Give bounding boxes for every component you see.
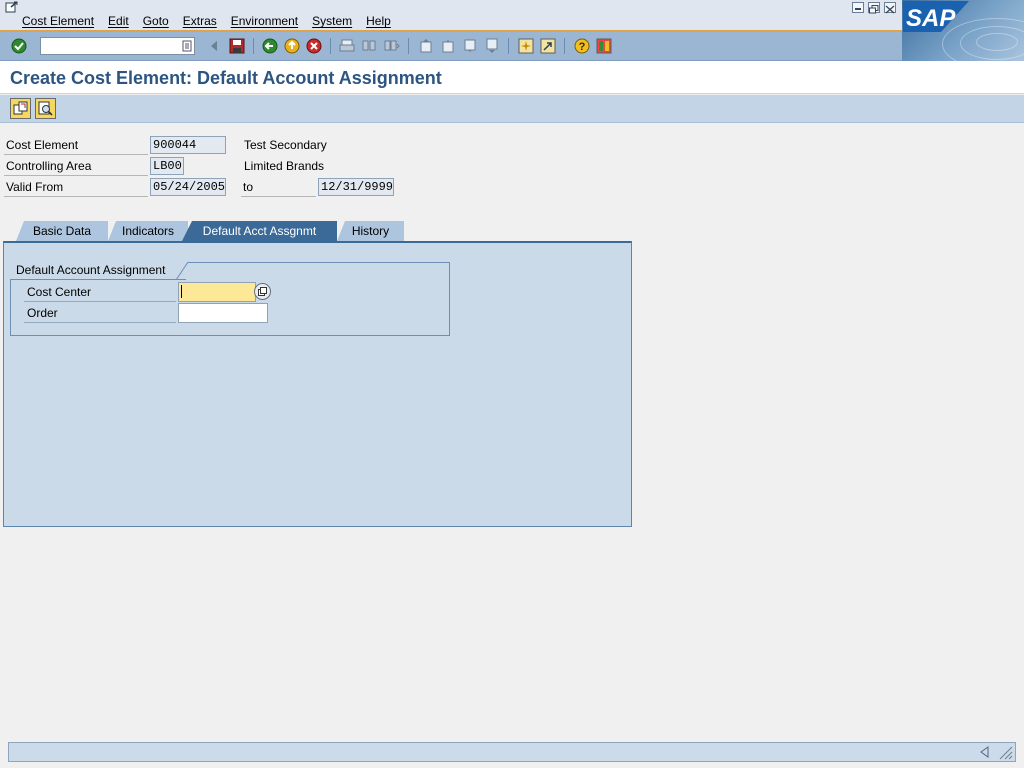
sap-logo-area: SAP bbox=[902, 0, 1024, 61]
menu-goto[interactable]: Goto bbox=[143, 14, 169, 28]
command-dropdown-icon[interactable] bbox=[182, 40, 192, 52]
create-session-icon[interactable] bbox=[518, 38, 534, 54]
svg-text:?: ? bbox=[579, 41, 586, 53]
controlling-area-description: Limited Brands bbox=[244, 159, 325, 173]
menu-help[interactable]: Help bbox=[366, 14, 391, 28]
valid-to-field[interactable]: 12/31/9999 bbox=[318, 178, 394, 196]
command-field[interactable] bbox=[40, 37, 195, 55]
more-details-button[interactable] bbox=[35, 98, 56, 119]
next-page-icon[interactable] bbox=[462, 38, 478, 54]
tab-default-acct-assgnmt[interactable]: Default Acct Assgnmt bbox=[182, 221, 337, 241]
find-icon[interactable] bbox=[361, 38, 377, 54]
valid-from-label: Valid From bbox=[4, 177, 148, 197]
tab-history[interactable]: History bbox=[337, 221, 404, 241]
cost-center-search-help-button[interactable] bbox=[254, 283, 271, 300]
exit-icon[interactable] bbox=[284, 38, 300, 54]
system-menu-icon[interactable] bbox=[5, 1, 19, 13]
valid-to-label: to bbox=[241, 177, 316, 197]
close-window-button[interactable] bbox=[884, 2, 896, 14]
status-bar bbox=[8, 742, 1016, 762]
page-title: Create Cost Element: Default Account Ass… bbox=[10, 68, 442, 88]
toolbar-separator bbox=[508, 38, 509, 54]
first-page-icon[interactable] bbox=[418, 38, 434, 54]
previous-page-icon[interactable] bbox=[440, 38, 456, 54]
window-controls bbox=[852, 2, 900, 14]
last-page-icon[interactable] bbox=[484, 38, 500, 54]
save-icon[interactable] bbox=[229, 38, 245, 54]
more-details-icon bbox=[38, 101, 53, 116]
tab-default-acct-assgnmt-label: Default Acct Assgnmt bbox=[202, 224, 317, 238]
svg-text:SAP: SAP bbox=[906, 5, 956, 32]
tab-history-label: History bbox=[351, 224, 390, 238]
toolbar-separator bbox=[253, 38, 254, 54]
menu-edit[interactable]: Edit bbox=[108, 14, 129, 28]
cost-center-input[interactable] bbox=[178, 282, 256, 302]
tab-indicators-label: Indicators bbox=[121, 224, 175, 238]
enter-icon[interactable] bbox=[11, 38, 27, 54]
cancel-icon[interactable] bbox=[306, 38, 322, 54]
menu-extras[interactable]: Extras bbox=[183, 14, 217, 28]
order-label: Order bbox=[24, 303, 176, 323]
group-title-notch bbox=[176, 262, 188, 280]
order-input[interactable] bbox=[178, 303, 268, 323]
help-icon[interactable]: ? bbox=[574, 38, 590, 54]
controlling-area-field[interactable]: LB00 bbox=[150, 157, 184, 175]
tab-indicators[interactable]: Indicators bbox=[108, 221, 188, 241]
toolbar-separator bbox=[408, 38, 409, 54]
tab-basic-data[interactable]: Basic Data bbox=[16, 221, 108, 241]
resize-grip-icon[interactable] bbox=[997, 744, 1013, 760]
restore-icon bbox=[869, 5, 879, 14]
display-change-button[interactable] bbox=[10, 98, 31, 119]
close-icon bbox=[885, 5, 895, 14]
cost-element-description: Test Secondary bbox=[244, 138, 327, 152]
value-help-icon bbox=[258, 287, 267, 296]
minimize-button[interactable] bbox=[852, 2, 864, 13]
menu-bar: Cost Element Edit Goto Extras Environmen… bbox=[0, 0, 1024, 32]
controlling-area-label: Controlling Area bbox=[4, 156, 148, 176]
cost-element-label: Cost Element bbox=[4, 135, 148, 155]
menu-items: Cost Element Edit Goto Extras Environmen… bbox=[22, 14, 405, 28]
text-cursor bbox=[181, 285, 182, 298]
toolbar-separator bbox=[330, 38, 331, 54]
valid-from-field[interactable]: 05/24/2005 bbox=[150, 178, 226, 196]
toolbar-separator bbox=[564, 38, 565, 54]
find-next-icon[interactable] bbox=[384, 38, 400, 54]
menu-environment[interactable]: Environment bbox=[231, 14, 298, 28]
shortcut-icon[interactable] bbox=[540, 38, 556, 54]
application-toolbar bbox=[0, 95, 1024, 123]
sap-logo: SAP bbox=[903, 1, 969, 32]
status-bar-toggle-icon[interactable] bbox=[979, 746, 989, 758]
cost-element-field[interactable]: 900044 bbox=[150, 136, 226, 154]
maximize-button[interactable] bbox=[868, 2, 880, 14]
back-nav-icon[interactable] bbox=[207, 38, 223, 54]
print-icon[interactable] bbox=[339, 38, 355, 54]
ripple-decoration bbox=[976, 33, 1018, 51]
layout-menu-icon[interactable] bbox=[596, 38, 612, 54]
menu-cost-element[interactable]: Cost Element bbox=[22, 14, 94, 28]
back-icon[interactable] bbox=[262, 38, 278, 54]
tab-basic-data-label: Basic Data bbox=[32, 224, 92, 238]
display-change-icon bbox=[13, 101, 28, 115]
cost-center-label: Cost Center bbox=[24, 282, 176, 302]
menu-system[interactable]: System bbox=[312, 14, 352, 28]
group-title: Default Account Assignment bbox=[10, 262, 186, 280]
